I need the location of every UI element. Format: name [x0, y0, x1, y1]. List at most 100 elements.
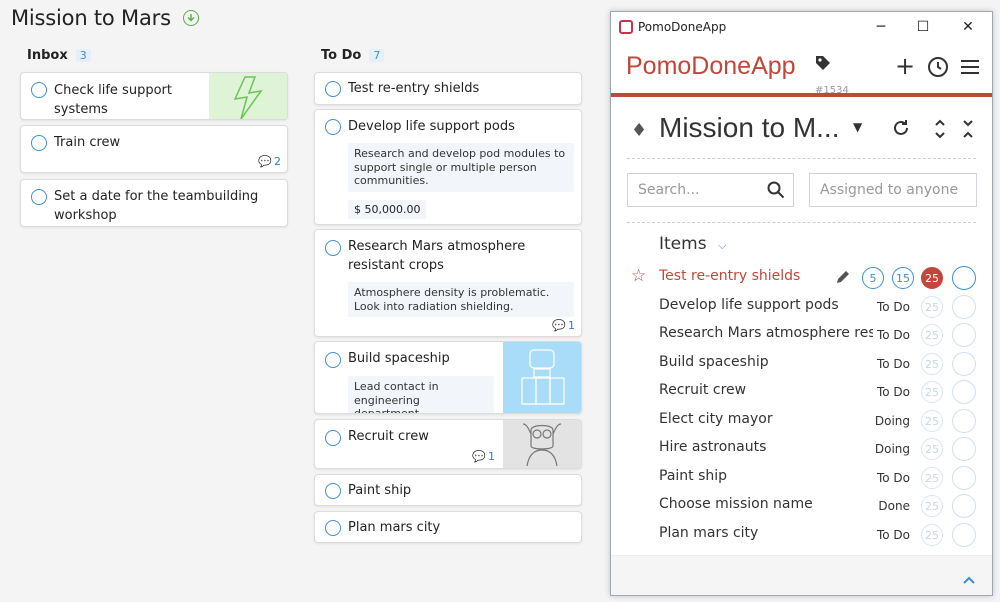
account-id: #1534: [815, 85, 849, 96]
refresh-icon[interactable]: [891, 118, 911, 142]
list-item[interactable]: Build spaceship To Do 25: [611, 350, 992, 378]
complete-checkbox[interactable]: [325, 352, 341, 368]
item-name: Choose mission name: [659, 496, 813, 512]
start-timer-button[interactable]: [952, 494, 976, 518]
card-title: Recruit crew: [348, 429, 429, 444]
chevron-up-icon[interactable]: [962, 570, 976, 589]
item-name: Hire astronauts: [659, 439, 767, 455]
spaceship-thumbnail-icon: [503, 342, 581, 413]
complete-checkbox[interactable]: [325, 483, 341, 499]
close-button[interactable]: ✕: [958, 19, 978, 35]
chevron-down-icon[interactable]: ▼: [853, 120, 862, 134]
search-icon[interactable]: [767, 181, 785, 203]
card[interactable]: Train crew 💬 2: [20, 125, 288, 173]
minimize-button[interactable]: ─: [871, 19, 891, 35]
list-item[interactable]: ☆ Test re-entry shields 5 15 25: [611, 264, 992, 292]
card[interactable]: Test re-entry shields: [314, 72, 582, 105]
pomodoro-count: 25: [921, 381, 943, 403]
comment-count: 1: [488, 450, 495, 463]
maximize-button[interactable]: ☐: [913, 19, 933, 35]
list-item[interactable]: Elect city mayor Doing 25: [611, 407, 992, 435]
start-timer-button[interactable]: [952, 466, 976, 490]
card-description: Lead contact in engineering department: [348, 376, 494, 413]
app-logo-icon: [619, 20, 633, 34]
complete-checkbox[interactable]: [31, 135, 47, 151]
add-icon[interactable]: +: [895, 54, 915, 78]
item-status: Doing: [874, 414, 910, 428]
start-timer-button[interactable]: [952, 266, 976, 290]
card[interactable]: Paint ship: [314, 474, 582, 506]
comment-icon: 💬: [472, 450, 486, 463]
complete-checkbox[interactable]: [325, 430, 341, 446]
list-item[interactable]: Develop life support pods To Do 25: [611, 293, 992, 321]
pomodoro-25-button[interactable]: 25: [921, 267, 943, 289]
complete-checkbox[interactable]: [31, 189, 47, 205]
column-title: Inbox: [27, 47, 68, 63]
item-status: To Do: [876, 385, 910, 399]
items-header[interactable]: Items ⌵: [659, 234, 726, 254]
pomodoro-5-button[interactable]: 5: [862, 267, 884, 289]
items-label: Items: [659, 234, 707, 254]
complete-checkbox[interactable]: [325, 520, 341, 536]
comments-badge: 💬 2: [258, 155, 281, 168]
list-item[interactable]: Choose mission name Done 25: [611, 492, 992, 520]
list-item[interactable]: Research Mars atmosphere resistant crops…: [611, 321, 992, 349]
download-icon[interactable]: [182, 10, 199, 26]
item-status: To Do: [872, 328, 910, 342]
clock-icon[interactable]: [927, 56, 949, 82]
comment-icon: 💬: [258, 155, 272, 168]
card-title: Develop life support pods: [348, 119, 515, 134]
column-title: To Do: [321, 47, 362, 63]
project-title[interactable]: Mission to M...: [659, 112, 839, 144]
pomodoro-count: 25: [921, 495, 943, 517]
list-item[interactable]: Plan mars city To Do 25: [611, 521, 992, 549]
pomodoro-15-button[interactable]: 15: [892, 267, 914, 289]
list-item[interactable]: Paint ship To Do 25: [611, 464, 992, 492]
card[interactable]: Check life support systems: [20, 72, 288, 120]
card[interactable]: Recruit crew 💬 1: [314, 419, 582, 469]
search-input[interactable]: Search...: [627, 173, 794, 207]
complete-checkbox[interactable]: [325, 240, 341, 256]
list-item[interactable]: Hire astronauts Doing 25: [611, 435, 992, 463]
start-timer-button[interactable]: [952, 437, 976, 461]
card[interactable]: Research Mars atmosphere resistant crops…: [314, 229, 582, 337]
board-title: Mission to Mars: [11, 6, 171, 30]
card[interactable]: Plan mars city: [314, 511, 582, 543]
start-timer-button[interactable]: [952, 352, 976, 376]
item-status: To Do: [876, 471, 910, 485]
start-timer-button[interactable]: [952, 323, 976, 347]
card-title: Test re-entry shields: [348, 81, 480, 96]
complete-checkbox[interactable]: [325, 81, 341, 97]
item-status: To Do: [876, 528, 910, 542]
start-timer-button[interactable]: [952, 380, 976, 404]
pomodoro-count: 25: [921, 296, 943, 318]
start-timer-button[interactable]: [952, 523, 976, 547]
star-icon[interactable]: ☆: [631, 266, 646, 286]
tag-icon[interactable]: [814, 54, 832, 76]
app-title: PomoDoneApp: [626, 52, 796, 80]
list-item[interactable]: Recruit crew To Do 25: [611, 378, 992, 406]
card-description: Research and develop pod modules to supp…: [348, 143, 574, 192]
card[interactable]: Set a date for the teambuilding workshop: [20, 179, 288, 227]
card[interactable]: Develop life support pods Research and d…: [314, 109, 582, 225]
pomodoro-count: 25: [921, 524, 943, 546]
card[interactable]: Build spaceship Lead contact in engineer…: [314, 341, 582, 414]
item-status: Done: [878, 499, 910, 513]
start-timer-button[interactable]: [952, 409, 976, 433]
window-title: PomoDoneApp: [638, 20, 727, 34]
item-name: Research Mars atmosphere resistant crops: [659, 325, 873, 341]
app-header: PomoDoneApp #1534 +: [611, 42, 992, 97]
assignee-filter[interactable]: Assigned to anyone: [809, 173, 977, 207]
divider: [627, 222, 976, 223]
expand-icon[interactable]: [933, 118, 947, 144]
start-timer-button[interactable]: [952, 295, 976, 319]
collapse-icon[interactable]: [961, 118, 975, 144]
menu-icon[interactable]: [961, 59, 979, 78]
edit-icon[interactable]: [835, 269, 851, 289]
pomodone-window: PomoDoneApp ─ ☐ ✕ PomoDoneApp #1534 + ♦ …: [610, 11, 993, 596]
complete-checkbox[interactable]: [31, 82, 47, 98]
complete-checkbox[interactable]: [325, 119, 341, 135]
lightning-thumbnail-icon: [209, 73, 287, 119]
column-count: 3: [75, 48, 91, 62]
comments-badge: 💬 1: [472, 450, 495, 463]
